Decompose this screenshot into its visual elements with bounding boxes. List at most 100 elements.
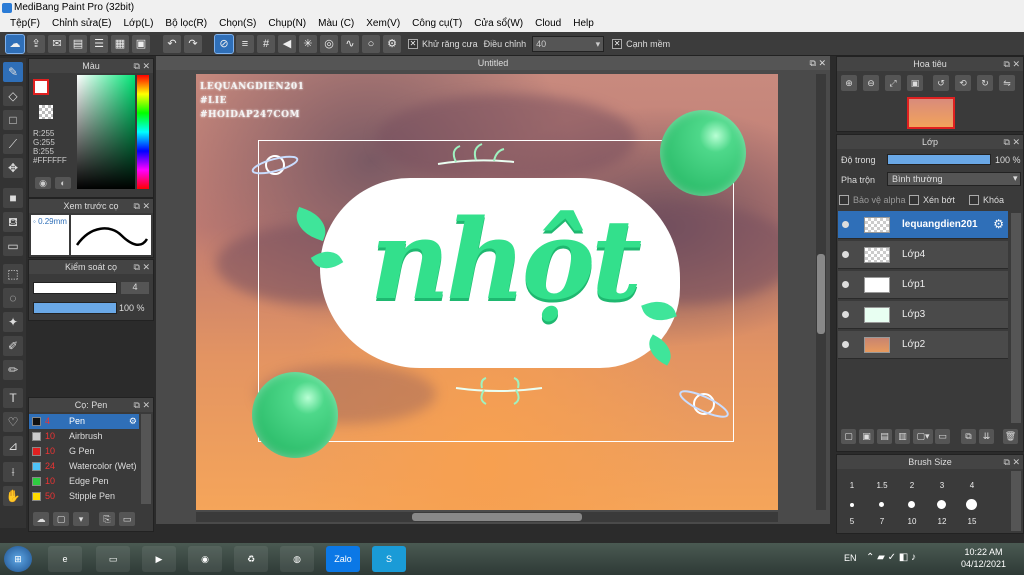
brush-item[interactable]: 24 Watercolor (Wet) [29,459,139,474]
snap-settings-icon[interactable]: ⚙ [383,34,401,53]
panel-close-icon[interactable]: ⧉ ✕ [1004,135,1020,149]
brush-tool-icon[interactable]: ✎ [3,62,23,82]
foreground-color-swatch[interactable] [33,79,49,95]
move-tool-icon[interactable]: ✥ [3,158,23,178]
eraser-tool-icon[interactable]: ◇ [3,86,23,106]
brush-size-option[interactable]: 4 [957,481,987,490]
radial-snap-icon[interactable]: ✳ [299,34,317,53]
brush-item[interactable]: 10 Airbrush [29,429,139,444]
brush-size-option[interactable]: 1 [837,481,867,490]
brush-size-option[interactable]: 7 [867,517,897,526]
add-brush-icon[interactable]: ▾ [73,512,89,526]
brush-item[interactable]: 10 G Pen [29,444,139,459]
tray-icons[interactable]: ⌃ ▰ ✓ ◧ ♪ [866,552,916,563]
brush-size-option[interactable]: 15 [957,517,987,526]
blend-mode-select[interactable]: Bình thường [887,172,1021,186]
menu-snap[interactable]: Chụp(N) [262,16,312,32]
circle-snap-icon[interactable]: ◎ [320,34,338,53]
menu-help[interactable]: Help [567,16,600,32]
magic-wand-icon[interactable]: ✦ [3,312,23,332]
clip-checkbox[interactable] [909,195,919,205]
medibang-icon[interactable]: ◍ [280,546,314,572]
brush-item[interactable]: 4 Pen ⚙ [29,414,139,429]
brush-opacity-slider[interactable] [33,302,117,314]
brush-size-option[interactable]: 3 [927,481,957,490]
share-icon[interactable]: ⇪ [27,34,45,53]
parallel-snap-icon[interactable]: ≡ [236,34,254,53]
explorer-icon[interactable]: ▭ [96,546,130,572]
fill-rect-tool-icon[interactable]: ■ [3,188,23,208]
duplicate-layer-icon[interactable]: ⧉ [961,429,976,444]
rotate-reset-icon[interactable]: ⟲ [955,75,971,91]
eyedropper-icon[interactable]: ⟊ [3,462,23,482]
folder-icon[interactable]: ▭ [935,429,950,444]
menu-filter[interactable]: Bộ lọc(R) [159,16,213,32]
delete-layer-icon[interactable]: 🗑 [1003,429,1018,444]
new-brush-icon[interactable]: ▢ [53,512,69,526]
actual-size-icon[interactable]: ▣ [907,75,923,91]
panel-close-icon[interactable]: ⧉ ✕ [134,398,150,412]
line-tool-icon[interactable]: ⟋ [3,134,23,154]
new-layer-icon[interactable]: ▢ [841,429,856,444]
brush-size-value[interactable]: 4 [121,282,149,294]
horizontal-scrollbar[interactable] [196,512,778,522]
gear-icon[interactable]: ⚙ [993,217,1004,231]
merge-layer-icon[interactable]: ⇊ [979,429,994,444]
brush-size-option[interactable]: 12 [927,517,957,526]
brush-size-option[interactable]: 1.5 [867,481,897,490]
brush-size-slider[interactable] [33,282,117,294]
hand-tool-icon[interactable]: ✋ [3,486,23,506]
brush-size-option[interactable]: 5 [837,517,867,526]
undo-icon[interactable]: ↶ [163,34,181,53]
balloon-tool-icon[interactable]: ♡ [3,412,23,432]
start-button[interactable]: ⊞ [4,546,32,572]
ellipse-snap-icon[interactable]: ○ [362,34,380,53]
menu-select[interactable]: Chọn(S) [213,16,262,32]
layer-opacity-slider[interactable] [887,154,991,165]
panel-close-icon[interactable]: ⧉ ✕ [134,199,150,213]
brush-size-option[interactable]: 10 [897,517,927,526]
cloud-brush-icon[interactable]: ☁ [33,512,49,526]
eye-icon[interactable] [842,281,849,288]
dot-tool-icon[interactable]: □ [3,110,23,130]
menu-tools[interactable]: Công cụ(T) [406,16,468,32]
protect-alpha-checkbox[interactable] [839,195,849,205]
redo-icon[interactable]: ↷ [184,34,202,53]
panel-close-icon[interactable]: ⧉ ✕ [1004,57,1020,71]
snap-off-icon[interactable]: ⊘ [214,33,234,54]
menu-window[interactable]: Cửa sổ(W) [468,16,529,32]
brush-settings-icon[interactable]: ⚙ [129,414,137,429]
brush-item[interactable]: 10 Edge Pen [29,474,139,489]
dropper-tool-icon[interactable]: ⊿ [3,436,23,456]
panel-close-icon[interactable]: ⧉ ✕ [134,59,150,73]
zoom-in-icon[interactable]: ⊕ [841,75,857,91]
document-tab[interactable]: Untitled ⧉ ✕ [156,56,830,70]
select-pen-icon[interactable]: ✐ [3,336,23,356]
gradient-tool-icon[interactable]: ▭ [3,236,23,256]
grid-icon[interactable]: ▦ [111,34,129,53]
rotate-left-icon[interactable]: ↺ [933,75,949,91]
hue-slider[interactable] [137,75,149,189]
clock[interactable]: 10:22 AM 04/12/2021 [961,546,1006,570]
artwork-canvas[interactable]: LEQUANGDIEN201 #LIE #HOIDAP247COM nhột [196,74,778,510]
layer-list-scrollbar[interactable] [1011,213,1021,423]
menu-color[interactable]: Màu (C) [312,16,360,32]
layer-row[interactable]: Lớp1 [838,271,1008,299]
copy-brush-icon[interactable]: ⎘ [99,512,115,526]
cloud-icon[interactable]: ☁ [5,33,25,54]
eye-icon[interactable] [842,311,849,318]
menu-file[interactable]: Tệp(F) [4,16,46,32]
folder-icon[interactable]: ▭ [119,512,135,526]
eye-icon[interactable] [842,341,849,348]
brush-item[interactable]: 50 Stipple Pen [29,489,139,504]
vanish-snap-icon[interactable]: ◀ [278,34,296,53]
correction-select[interactable]: 40 [532,35,605,52]
select-tool-icon[interactable]: ⬚ [3,264,23,284]
new-halftone-layer-icon[interactable]: ▣ [859,429,874,444]
panel-close-icon[interactable]: ⧉ ✕ [1004,455,1020,469]
flip-icon[interactable]: ⇋ [999,75,1015,91]
layer-row[interactable]: Lớp4 [838,241,1008,269]
cross-snap-icon[interactable]: # [257,34,275,53]
curve-snap-icon[interactable]: ∿ [341,34,359,53]
background-color-swatch[interactable] [39,105,53,119]
